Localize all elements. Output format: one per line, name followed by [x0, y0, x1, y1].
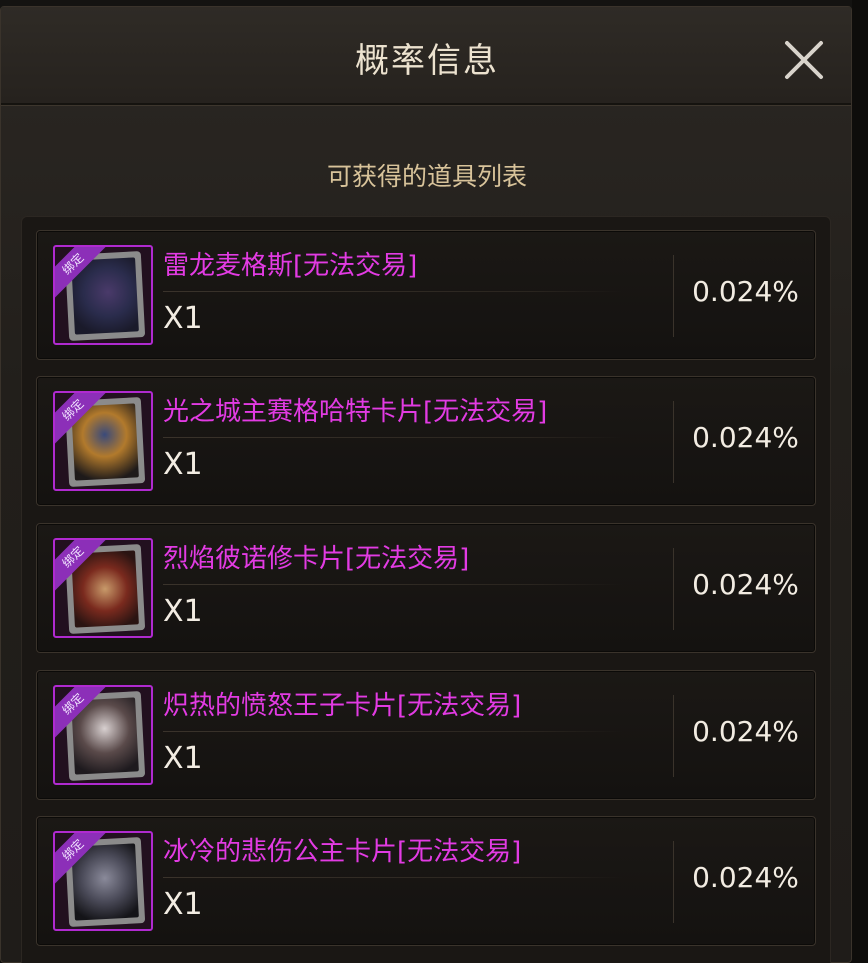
item-icon[interactable]: 绑定	[53, 538, 153, 638]
item-probability: 0.024%	[692, 861, 799, 894]
divider	[163, 584, 623, 585]
item-probability: 0.024%	[692, 421, 799, 454]
item-quantity: X1	[163, 594, 203, 629]
item-name: 烈焰彼诺修卡片[无法交易]	[163, 544, 470, 574]
list-item[interactable]: 绑定 炽热的愤怒王子卡片[无法交易] X1 0.024%	[36, 670, 816, 800]
list-item[interactable]: 绑定 光之城主赛格哈特卡片[无法交易] X1 0.024%	[36, 376, 816, 506]
item-quantity: X1	[163, 887, 203, 922]
item-name: 光之城主赛格哈特卡片[无法交易]	[163, 397, 548, 427]
item-name: 炽热的愤怒王子卡片[无法交易]	[163, 691, 522, 721]
list-subtitle: 可获得的道具列表	[326, 162, 527, 191]
list-item[interactable]: 绑定 烈焰彼诺修卡片[无法交易] X1 0.024%	[36, 523, 816, 653]
item-probability: 0.024%	[692, 715, 799, 748]
divider	[163, 877, 623, 878]
divider	[163, 437, 623, 438]
divider	[163, 291, 623, 292]
list-item[interactable]: 绑定 雷龙麦格斯[无法交易] X1 0.024%	[36, 230, 816, 360]
item-name: 雷龙麦格斯[无法交易]	[163, 251, 418, 281]
dialog-title: 概率信息	[355, 41, 499, 81]
item-icon[interactable]: 绑定	[53, 685, 153, 785]
item-probability: 0.024%	[692, 568, 799, 601]
close-icon	[785, 41, 823, 79]
item-icon[interactable]: 绑定	[53, 245, 153, 345]
item-probability: 0.024%	[692, 275, 799, 308]
divider	[163, 731, 623, 732]
item-quantity: X1	[163, 447, 203, 482]
background-edge	[852, 0, 868, 963]
dialog-header: 概率信息	[1, 7, 851, 105]
item-quantity: X1	[163, 301, 203, 336]
item-quantity: X1	[163, 741, 203, 776]
item-icon[interactable]: 绑定	[53, 391, 153, 491]
item-icon[interactable]: 绑定	[53, 831, 153, 931]
item-name: 冰冷的悲伤公主卡片[无法交易]	[163, 837, 522, 867]
close-button[interactable]	[779, 35, 829, 85]
list-item[interactable]: 绑定 冰冷的悲伤公主卡片[无法交易] X1 0.024%	[36, 816, 816, 946]
